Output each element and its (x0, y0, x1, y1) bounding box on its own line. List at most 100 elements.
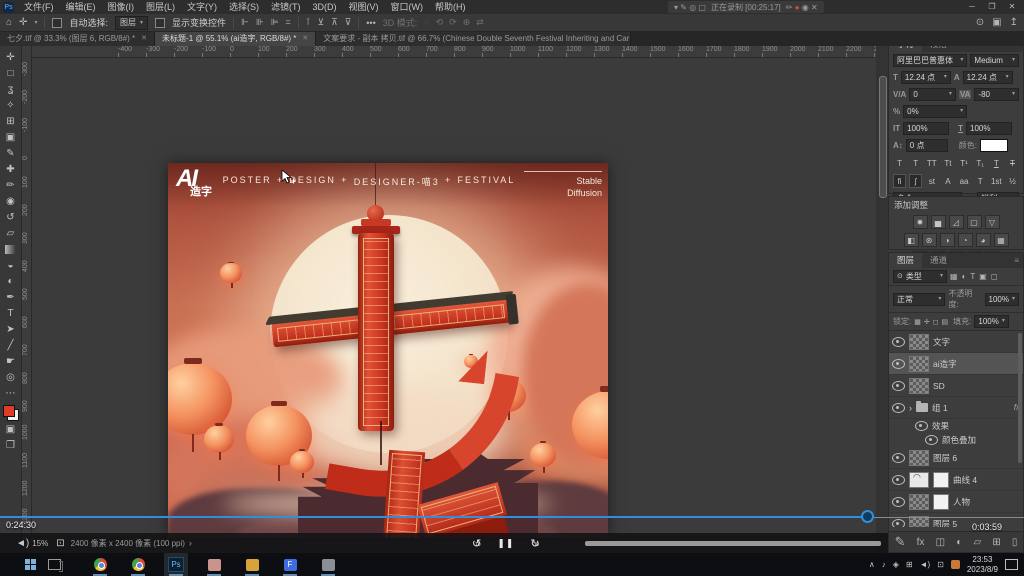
type-style-button[interactable]: Tt (941, 156, 954, 170)
options-right-icons[interactable]: ⊙▣↥ (976, 17, 1018, 28)
layer-row[interactable]: ai造字 (889, 353, 1023, 375)
opentype-feature-button[interactable]: A (941, 174, 954, 188)
tray-icon[interactable]: ◈ (893, 560, 899, 569)
align-buttons[interactable]: ⊩⊪⊫= (241, 17, 291, 28)
opentype-feature-button[interactable]: aa (958, 174, 971, 188)
taskbar-app-app-gray[interactable] (316, 553, 340, 576)
eye-icon[interactable] (892, 519, 905, 528)
type-style-button[interactable]: T (990, 156, 1003, 170)
menu-文件[interactable]: 文件(F) (18, 0, 60, 14)
type-style-buttons[interactable]: TTTTTtT¹T₁TT (889, 154, 1023, 172)
menu-3D[interactable]: 3D(D) (307, 0, 343, 14)
adjustment-icon[interactable]: ⊛ (922, 233, 937, 247)
type-style-button[interactable]: T (893, 156, 906, 170)
adjustment-icon[interactable]: ▢ (967, 215, 982, 229)
lasso-tool-icon[interactable]: ʓ (2, 81, 20, 97)
kerning-input[interactable]: 0▾ (909, 88, 956, 101)
opentype-feature-button[interactable]: 1st (990, 174, 1003, 188)
search-icon[interactable]: ⊙ (976, 17, 984, 28)
filter-icon[interactable]: ◻ (991, 272, 998, 281)
menu-滤镜[interactable]: 滤镜(T) (265, 0, 307, 14)
lock-buttons[interactable]: ▦✛◻▤ (914, 318, 948, 326)
font-family-select[interactable]: 阿里巴巴普惠体▾ (893, 54, 967, 67)
recorder-action-icon[interactable]: ● (795, 3, 802, 12)
recorder-action-icons[interactable]: ✏ ● ◉ ✕ (786, 3, 818, 12)
crop-tool-icon[interactable]: ⊞ (2, 113, 20, 129)
video-progress-knob[interactable] (861, 510, 874, 523)
layer-row[interactable]: 人物 (889, 491, 1023, 513)
scrollbar-thumb[interactable] (879, 76, 887, 198)
tray-app-icon[interactable] (951, 560, 960, 569)
text-color-swatch[interactable] (980, 139, 1008, 152)
more-tools-icon[interactable]: ⋯ (2, 385, 20, 401)
move-tool-icon[interactable]: ✛ (2, 49, 20, 65)
quick-selection-tool-icon[interactable]: ✧ (2, 97, 20, 113)
new-group-icon[interactable]: ▱ (973, 537, 981, 548)
share-icon[interactable]: ↥ (1010, 17, 1018, 28)
taskbar-app-app-pink[interactable] (202, 553, 226, 576)
delete-layer-icon[interactable]: ▯ (1012, 537, 1018, 548)
eye-icon[interactable] (892, 359, 905, 369)
leading-input[interactable]: 12.24 点▾ (963, 71, 1013, 84)
maximize-button[interactable]: ❐ (982, 0, 1002, 14)
eye-icon[interactable] (915, 421, 928, 431)
adjustment-icon[interactable]: ◔ (958, 233, 973, 247)
recorder-icon[interactable]: ◎ (689, 3, 698, 12)
horizontal-scrollbar[interactable] (585, 541, 881, 546)
menu-编辑[interactable]: 编辑(E) (60, 0, 102, 14)
monitor-icon[interactable]: ⊡ (56, 538, 64, 549)
dodge-tool-icon[interactable]: ◐ (2, 273, 20, 289)
layer-row[interactable]: 曲线 4 (889, 469, 1023, 491)
move-tool-dropdown-arrow[interactable]: ▾ (34, 19, 37, 26)
panel-menu-icon[interactable]: ≡ (1014, 253, 1023, 268)
poster-canvas[interactable]: AI 造字 POSTER+DESIGN+DESIGNER-喵3+FESTIVAL… (168, 163, 608, 538)
distribute-icon[interactable]: ⊼ (331, 17, 338, 28)
type-tool-icon[interactable]: T (2, 305, 20, 321)
menu-视图[interactable]: 视图(V) (343, 0, 385, 14)
minimize-button[interactable]: ─ (962, 0, 982, 14)
clone-stamp-tool-icon[interactable]: ◉ (2, 193, 20, 209)
layers-scrollbar[interactable] (1018, 333, 1022, 463)
baseline-input[interactable]: 0 点 (906, 139, 948, 152)
tab-channels[interactable]: 通道 (922, 253, 955, 268)
filter-icon[interactable]: ▣ (979, 272, 987, 281)
layer-effect-row[interactable]: 颜色叠加 (889, 433, 1023, 447)
hand-tool-icon[interactable]: ☛ (2, 353, 20, 369)
close-button[interactable]: ✕ (1002, 0, 1022, 14)
video-progress-bar[interactable] (0, 516, 868, 518)
layers-bottom-bar[interactable]: ✎fx◫◐▱⊞▯ (889, 531, 1023, 552)
zoom-tool-icon[interactable]: ◎ (2, 369, 20, 385)
pause-button[interactable]: ❚❚ (497, 538, 514, 549)
align-icon[interactable]: ⊪ (256, 17, 264, 28)
path-select-tool-icon[interactable]: ➤ (2, 321, 20, 337)
gradient-tool-icon[interactable] (2, 241, 20, 257)
document-tab[interactable]: 七夕.tif @ 33.3% (图层 6, RGB/8#) *✕ (0, 32, 155, 46)
type-style-button[interactable]: T (909, 156, 922, 170)
distribute-icon[interactable]: ⊻ (317, 17, 324, 28)
link-layers-icon[interactable]: ✎ (895, 534, 906, 550)
eye-icon[interactable] (892, 403, 905, 413)
task-view-button[interactable] (42, 553, 66, 576)
recorder-icons[interactable]: ▾ ✎ ◎ ▢ (674, 3, 706, 12)
tab-close-icon[interactable]: ✕ (302, 32, 308, 46)
layer-row[interactable]: 文字 (889, 331, 1023, 353)
recorder-icon[interactable]: ▢ (698, 3, 706, 12)
layer-row[interactable]: SD (889, 375, 1023, 397)
expand-icon[interactable]: › (909, 403, 912, 413)
recorder-icon[interactable]: ✎ (680, 3, 689, 12)
vertical-scale-input[interactable]: 100% (903, 122, 949, 135)
document-tab[interactable]: 未标题-1 @ 55.1% (ai造字, RGB/8#) *✕ (155, 32, 316, 46)
distribute-icon[interactable]: ⊽ (345, 17, 352, 28)
adjustment-icon[interactable]: ◑ (940, 233, 955, 247)
rewind-10-button[interactable]: ↺10 (472, 537, 481, 550)
home-icon[interactable]: ⌂ (6, 17, 12, 28)
layer-row[interactable]: 图层 5 (889, 513, 1023, 527)
tray-icon[interactable]: ⊞ (906, 560, 913, 569)
menu-图像[interactable]: 图像(I) (102, 0, 141, 14)
status-chevron[interactable]: › (189, 538, 192, 548)
opentype-feature-button[interactable]: ½ (1006, 174, 1019, 188)
eye-icon[interactable] (892, 337, 905, 347)
clock[interactable]: 23:53 2023/8/9 (967, 555, 998, 574)
start-button[interactable] (18, 553, 42, 576)
menu-图层[interactable]: 图层(L) (140, 0, 181, 14)
